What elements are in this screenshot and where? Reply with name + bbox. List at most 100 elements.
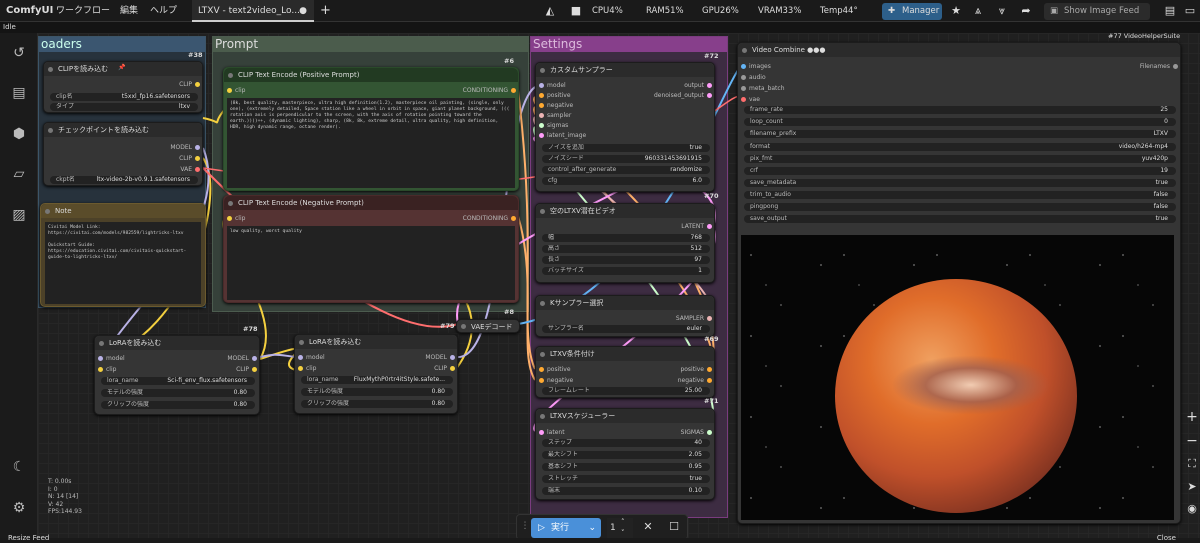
widget-frame-rate[interactable]: frame_rate 25 <box>744 106 1176 114</box>
eye-icon[interactable]: ◉ <box>1182 499 1200 519</box>
output-latent-socket[interactable] <box>707 224 712 229</box>
widget-model-strength[interactable]: モデルの強度 0.80 <box>101 389 255 397</box>
widget-clip-name[interactable]: clip名 t5xxl_fp16.safetensors <box>50 93 198 101</box>
menu-help[interactable]: ヘルプ <box>150 0 177 22</box>
collapse-dot-icon[interactable] <box>48 67 53 72</box>
widget-trim-to-audio[interactable]: trim_to_audio false <box>744 191 1176 199</box>
output-conditioning-socket[interactable] <box>511 216 516 221</box>
collapse-dot-icon[interactable] <box>540 68 545 73</box>
widget-control-after-generate[interactable]: control_after_generate randomize <box>542 166 710 174</box>
widget-stretch[interactable]: ストレッチ true <box>542 475 710 483</box>
node-video-combine[interactable]: Video Combine ●●● images audio meta_batc… <box>737 42 1181 524</box>
negative-prompt-text[interactable]: low quality, worst quality <box>227 226 515 300</box>
manager-button[interactable]: ✚ Manager <box>882 3 942 20</box>
node-empty-latent[interactable]: 空のLTXV潜在ビデオ LATENT 幅 768 高さ 512 長さ 97 バッチサイ… <box>535 203 715 283</box>
star-icon[interactable]: ★ <box>948 3 964 19</box>
widget-crf[interactable]: crf 19 <box>744 167 1176 175</box>
input-sigmas-socket[interactable] <box>539 123 544 128</box>
node-custom-sampler[interactable]: カスタムサンプラー model positive negative sample… <box>535 62 715 192</box>
collapse-dot-icon[interactable] <box>742 48 747 53</box>
collapse-dot-icon[interactable] <box>45 209 50 214</box>
node-ltxv-scheduler[interactable]: LTXVスケジューラー latent SIGMAS ステップ 40 最大シフト 2.… <box>535 408 715 500</box>
widget-length[interactable]: 長さ 97 <box>542 256 710 264</box>
widget-height[interactable]: 高さ 512 <box>542 245 710 253</box>
output-clip-socket[interactable] <box>450 366 455 371</box>
output-conditioning-socket[interactable] <box>511 88 516 93</box>
new-tab-icon[interactable]: + <box>320 0 331 22</box>
input-latent-socket[interactable] <box>539 430 544 435</box>
stop-icon[interactable]: ☐ <box>665 518 683 536</box>
close-button[interactable]: Close <box>1157 534 1176 542</box>
input-latent-socket[interactable] <box>539 133 544 138</box>
minimize-icon[interactable]: ▭ <box>1182 3 1198 19</box>
input-clip-socket[interactable] <box>298 366 303 371</box>
node-vae-decode[interactable]: VAEデコード <box>456 319 520 333</box>
widget-batch-size[interactable]: バッチサイズ 1 <box>542 267 710 275</box>
input-audio-socket[interactable] <box>741 75 746 80</box>
panel-icon[interactable]: ▤ <box>1162 3 1178 19</box>
collapse-dot-icon[interactable] <box>461 324 466 329</box>
widget-terminal[interactable]: 端末 0.10 <box>542 487 710 495</box>
settings-gear-icon[interactable]: ⚙ <box>9 498 29 518</box>
output-socket[interactable] <box>707 83 712 88</box>
node-negative-prompt[interactable]: CLIP Text Encode (Negative Prompt) clip … <box>223 195 519 303</box>
widget-cfg[interactable]: cfg 6.0 <box>542 177 710 185</box>
output-clip-socket[interactable] <box>195 156 200 161</box>
output-positive-socket[interactable] <box>707 367 712 372</box>
input-negative-socket[interactable] <box>539 378 544 383</box>
workflow-icon-a[interactable]: ⩓ <box>970 3 986 19</box>
input-clip-socket[interactable] <box>98 367 103 372</box>
input-positive-socket[interactable] <box>539 93 544 98</box>
run-button[interactable]: ▷ 実行 ⌄ <box>531 518 601 538</box>
menu-workflow[interactable]: ワークフロー <box>56 0 110 22</box>
collapse-dot-icon[interactable] <box>228 73 233 78</box>
node-lora-1[interactable]: LoRAを読み込む model clip MODEL CLIP lora_nam… <box>94 335 260 415</box>
widget-clip-strength[interactable]: クリップの強度 0.80 <box>301 400 453 408</box>
input-clip-socket[interactable] <box>227 216 232 221</box>
output-clip-socket[interactable] <box>252 367 257 372</box>
collapse-dot-icon[interactable] <box>540 209 545 214</box>
collapse-dot-icon[interactable] <box>540 301 545 306</box>
widget-base-shift[interactable]: 基本シフト 0.95 <box>542 463 710 471</box>
cursor-icon[interactable]: ➤ <box>1182 477 1200 497</box>
positive-prompt-text[interactable]: (8k, best quality, masterpiece, ultra hi… <box>227 98 515 188</box>
batch-stepper-icon[interactable]: ˄ ˅ <box>621 517 625 539</box>
output-vae-socket[interactable] <box>195 167 200 172</box>
input-model-socket[interactable] <box>539 83 544 88</box>
output-model-socket[interactable] <box>252 356 257 361</box>
widget-save-metadata[interactable]: save_metadata true <box>744 179 1176 187</box>
drag-handle-icon[interactable]: ⋮ <box>520 518 530 534</box>
node-positive-prompt[interactable]: CLIP Text Encode (Positive Prompt) clip … <box>223 67 519 191</box>
input-negative-socket[interactable] <box>539 103 544 108</box>
collapse-dot-icon[interactable] <box>540 414 545 419</box>
widget-pix-fmt[interactable]: pix_fmt yuv420p <box>744 155 1176 163</box>
widget-ckpt-name[interactable]: ckpt名 ltx-video-2b-v0.9.1.safetensors <box>50 176 198 184</box>
input-meta-batch-socket[interactable] <box>741 86 746 91</box>
batch-count-input[interactable]: 1 <box>607 518 633 538</box>
widget-steps[interactable]: ステップ 40 <box>542 439 710 447</box>
input-images-socket[interactable] <box>741 64 746 69</box>
cancel-icon[interactable]: ✕ <box>639 518 657 536</box>
input-model-socket[interactable] <box>298 355 303 360</box>
widget-width[interactable]: 幅 768 <box>542 234 710 242</box>
widget-save-output[interactable]: save_output true <box>744 215 1176 223</box>
widget-frame-rate[interactable]: フレームレート 25.00 <box>542 387 710 395</box>
collapse-dot-icon[interactable] <box>540 352 545 357</box>
output-model-socket[interactable] <box>450 355 455 360</box>
widget-add-noise[interactable]: ノイズを追加 true <box>542 144 710 152</box>
widget-lora-name[interactable]: lora_name FluxMythP0rtr4itStyle.safete... <box>301 376 453 384</box>
output-negative-socket[interactable] <box>707 378 712 383</box>
widget-loop-count[interactable]: loop_count 0 <box>744 118 1176 126</box>
cube-icon[interactable]: ⬢ <box>9 124 29 144</box>
node-checkpoint-loader[interactable]: チェックポイントを読み込む MODEL CLIP VAE ckpt名 ltx-vi… <box>43 122 203 186</box>
theme-moon-icon[interactable]: ☾ <box>9 457 29 477</box>
note-text[interactable]: Civitai Model Link: https://civitai.com/… <box>45 222 201 304</box>
widget-clip-strength[interactable]: クリップの強度 0.80 <box>101 401 255 409</box>
input-sampler-socket[interactable] <box>539 113 544 118</box>
crystools-icon[interactable]: ◭ <box>542 3 558 19</box>
widget-lora-name[interactable]: lora_name Sci-fi_env_flux.safetensors <box>101 377 255 385</box>
collapse-dot-icon[interactable] <box>48 128 53 133</box>
resize-feed-button[interactable]: Resize Feed <box>8 534 49 542</box>
node-lora-2[interactable]: LoRAを読み込む model clip MODEL CLIP lora_nam… <box>294 334 458 414</box>
node-ltxv-conditioning[interactable]: LTXV条件付け positive negative positive nega… <box>535 346 715 398</box>
